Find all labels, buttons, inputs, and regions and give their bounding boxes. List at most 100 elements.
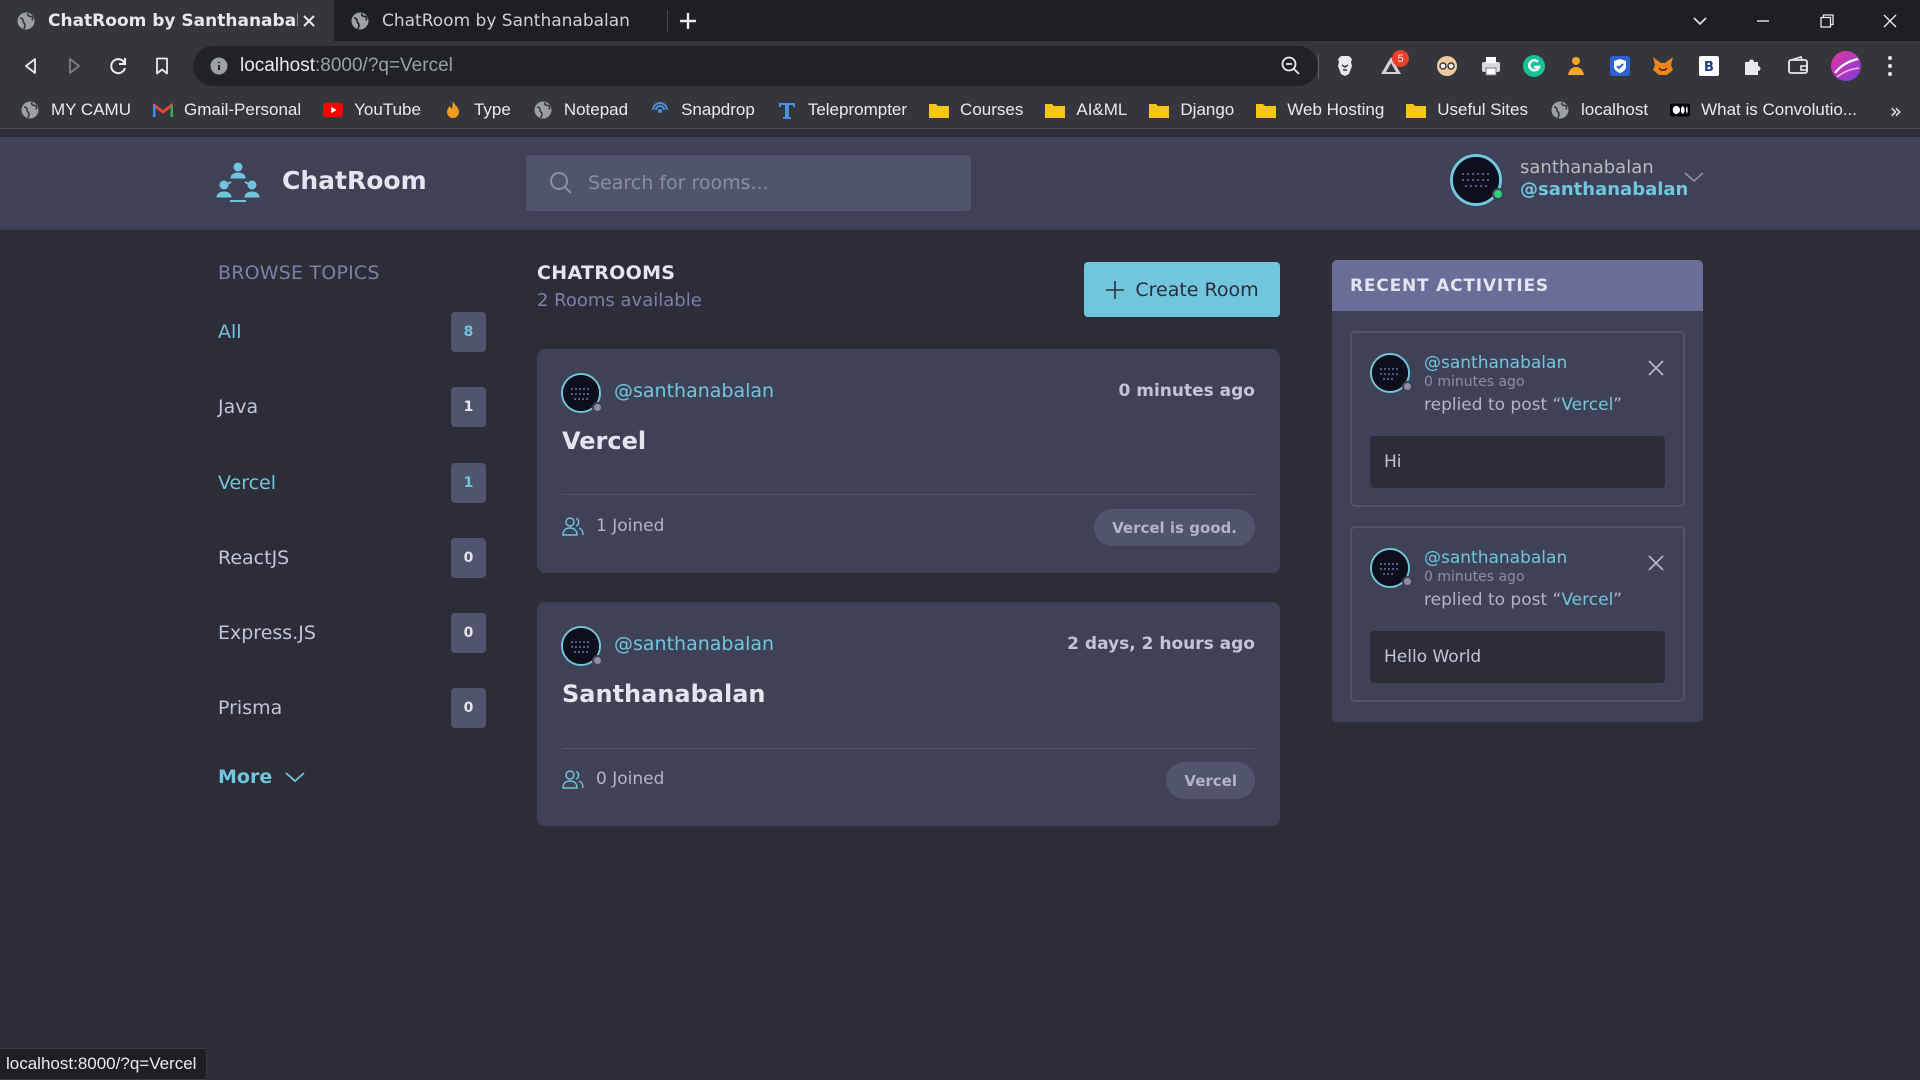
brand-name[interactable]: ChatRoom (282, 166, 427, 195)
brave-shields-button[interactable] (1332, 53, 1358, 79)
extension-button[interactable]: B (1696, 53, 1722, 79)
wallet-button[interactable] (1785, 53, 1811, 79)
room-timestamp: 0 minutes ago (1118, 381, 1255, 401)
info-icon[interactable] (209, 56, 229, 76)
tab-inactive[interactable]: ChatRoom by Santhanabalan (334, 0, 668, 41)
minimize-icon (1757, 19, 1769, 22)
youtube-icon (323, 100, 344, 120)
bookmarks-overflow-button[interactable]: » (1890, 99, 1902, 123)
room-card[interactable]: @santhanabalan 0 minutes ago Vercel 1 Jo… (537, 349, 1280, 573)
topic-item-all[interactable]: All 8 (218, 312, 486, 352)
new-tab-button[interactable] (668, 0, 708, 41)
fire-icon (443, 100, 463, 120)
close-tab-icon[interactable] (298, 10, 320, 32)
activity-action-end: ” (1613, 395, 1623, 415)
bookmark-youtube[interactable]: YouTube (323, 100, 421, 120)
forward-button[interactable] (59, 51, 89, 81)
bookmark-label: Snapdrop (681, 99, 755, 119)
bookmark-web-hosting[interactable]: Web Hosting (1256, 100, 1384, 120)
bookmark-type[interactable]: Type (443, 100, 511, 120)
bookmark-useful-sites[interactable]: Useful Sites (1406, 100, 1528, 120)
more-topics-button[interactable]: More (218, 766, 306, 788)
tab-title: ChatRoom by Santhanabalan (382, 10, 630, 31)
topic-item-expressjs[interactable]: Express.JS 0 (218, 613, 486, 653)
bookmark-my-camu[interactable]: MY CAMU (20, 100, 131, 120)
activity-user-link[interactable]: @santhanabalan (1424, 353, 1567, 373)
profile-button[interactable] (1831, 51, 1861, 81)
topic-item-prisma[interactable]: Prisma 0 (218, 688, 486, 728)
folder-icon (1406, 100, 1427, 120)
create-room-button[interactable]: Create Room (1084, 262, 1280, 317)
extension-button[interactable] (1478, 53, 1504, 79)
search-input[interactable]: Search for rooms... (526, 155, 971, 211)
bookmark-django[interactable]: Django (1149, 100, 1234, 120)
tab-search-button[interactable] (1670, 0, 1730, 41)
restore-button[interactable] (1797, 0, 1857, 41)
extensions-button[interactable] (1740, 53, 1766, 79)
user-name[interactable]: santhanabalan (1520, 157, 1654, 178)
grammarly-button[interactable] (1521, 53, 1547, 79)
bookmark-localhost[interactable]: localhost (1550, 100, 1648, 120)
topic-item-java[interactable]: Java 1 (218, 387, 486, 427)
status-dot (1402, 576, 1413, 587)
close-window-button[interactable] (1860, 0, 1920, 41)
tab-active[interactable]: ChatRoom by Santhanabalan (0, 0, 334, 41)
close-icon[interactable] (1647, 554, 1665, 572)
folder-icon (1256, 100, 1277, 120)
room-card[interactable]: @santhanabalan 2 days, 2 hours ago Santh… (537, 602, 1280, 826)
metamask-button[interactable] (1650, 53, 1676, 79)
room-title-link[interactable]: Vercel (562, 427, 646, 455)
bookmark-teleprompter[interactable]: Teleprompter (777, 100, 907, 120)
bookmark-icon (156, 57, 168, 75)
room-host-link[interactable]: @santhanabalan (614, 633, 774, 655)
extension-button[interactable] (1607, 53, 1633, 79)
user-handle[interactable]: @santhanabalan (1520, 179, 1688, 200)
address-bar: localhost:8000/?q=Vercel 5 B (0, 41, 1920, 91)
bookmark-snapdrop[interactable]: Snapdrop (650, 100, 755, 120)
rooms-available-count: 2 Rooms available (537, 290, 702, 311)
topic-item-vercel[interactable]: Vercel 1 (218, 463, 486, 503)
grammarly-icon (1523, 55, 1545, 77)
brave-rewards-button[interactable]: 5 (1378, 50, 1409, 79)
online-status-dot (1492, 188, 1504, 200)
bookmark-label: YouTube (354, 99, 421, 119)
activity-action-text: replied to post “ (1424, 395, 1562, 415)
back-icon (25, 58, 36, 74)
extension-button[interactable] (1563, 53, 1589, 79)
activity-description: replied to post “Vercel” (1424, 590, 1622, 610)
chatroom-logo-icon[interactable] (216, 160, 260, 204)
room-title-link[interactable]: Santhanabalan (562, 680, 765, 708)
bookmark-ai-ml[interactable]: AI&ML (1045, 100, 1127, 120)
room-topic-tag[interactable]: Vercel (1166, 762, 1255, 799)
printer-icon (1482, 57, 1500, 76)
bookmark-notepad[interactable]: Notepad (533, 100, 628, 120)
extension-button[interactable] (1434, 53, 1460, 79)
activity-user-link[interactable]: @santhanabalan (1424, 548, 1567, 568)
url-field[interactable]: localhost:8000/?q=Vercel (193, 46, 1318, 86)
topic-item-reactjs[interactable]: ReactJS 0 (218, 538, 486, 578)
back-button[interactable] (16, 51, 46, 81)
t-icon (777, 100, 797, 120)
zoom-icon[interactable] (1280, 55, 1302, 77)
url-text: localhost:8000/?q=Vercel (240, 55, 453, 77)
minimize-button[interactable] (1733, 0, 1793, 41)
topic-label: Vercel (218, 472, 277, 494)
menu-button[interactable] (1877, 53, 1903, 79)
bookmark-gmail-personal[interactable]: Gmail-Personal (152, 100, 301, 120)
chevron-down-icon[interactable] (1682, 165, 1706, 189)
bookmark-what-is-convolution[interactable]: What is Convolutio... (1670, 100, 1857, 120)
activity-message: Hello World (1370, 631, 1665, 683)
bookmark-courses[interactable]: Courses (929, 100, 1023, 120)
bookmark-button[interactable] (147, 51, 177, 81)
activity-post-link[interactable]: Vercel (1561, 395, 1613, 415)
activity-action-text: replied to post “ (1424, 590, 1562, 610)
close-icon[interactable] (1647, 359, 1665, 377)
room-host-link[interactable]: @santhanabalan (614, 380, 774, 402)
activity-post-link[interactable]: Vercel (1561, 590, 1613, 610)
separator (1318, 54, 1319, 78)
medium-icon (1670, 100, 1691, 120)
bookmark-label: Courses (960, 99, 1024, 119)
globe-icon (17, 12, 35, 29)
reload-button[interactable] (103, 51, 133, 81)
room-topic-tag[interactable]: Vercel is good. (1094, 509, 1255, 546)
